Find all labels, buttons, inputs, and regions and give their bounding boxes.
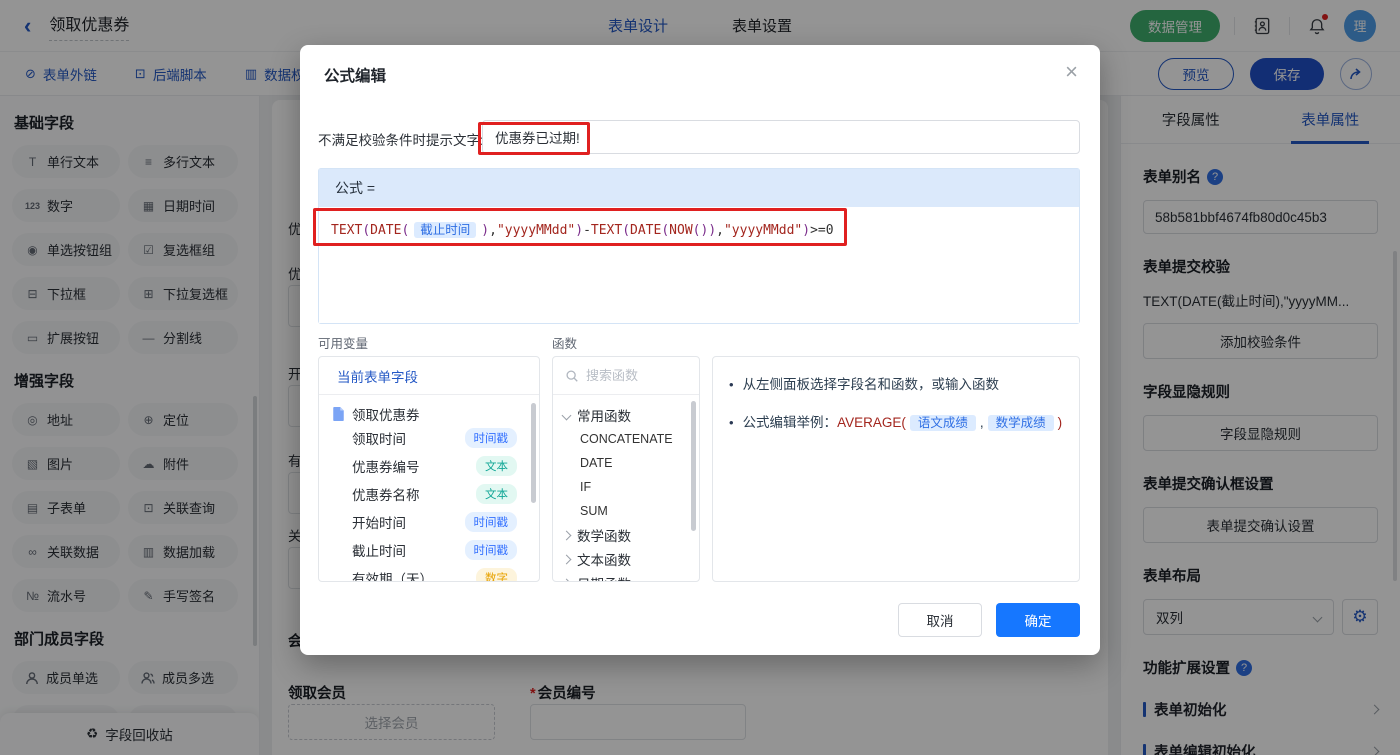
formula-token: >=0 xyxy=(810,223,834,238)
group-label: 数学函数 xyxy=(577,529,631,544)
function-group-date[interactable]: 日期函数 xyxy=(553,571,699,581)
group-label: 日期函数 xyxy=(577,573,631,581)
variable-item[interactable]: 有效期（天） 数字 xyxy=(319,564,539,582)
chevron-right-icon xyxy=(561,578,572,581)
chevron-right-icon xyxy=(561,554,572,564)
type-badge: 时间戳 xyxy=(464,540,517,560)
formula-editor: 公式 = TEXT(DATE(截止时间),"yyyyMMdd")-TEXT(DA… xyxy=(318,168,1080,324)
formula-token: DATE xyxy=(370,223,402,238)
function-group-common[interactable]: 常用函数 xyxy=(553,403,699,427)
dialog-title: 公式编辑 xyxy=(324,68,387,85)
example-prefix: 公式编辑举例： xyxy=(742,415,838,431)
variable-name: 截止时间 xyxy=(352,544,406,559)
prompt-message-input[interactable]: 优惠券已过期! xyxy=(482,120,1080,154)
variable-item[interactable]: 优惠券名称 文本 xyxy=(319,480,539,508)
type-badge: 数字 xyxy=(476,568,517,581)
bullet-icon: • xyxy=(729,415,734,431)
variables-label: 可用变量 xyxy=(318,337,369,351)
formula-token: ) xyxy=(481,223,490,238)
formula-token: "yyyyMMdd" xyxy=(496,223,576,238)
formula-prefix: 公式 = xyxy=(319,169,1079,207)
prompt-message-value: 优惠券已过期! xyxy=(495,131,580,146)
variable-name: 开始时间 xyxy=(352,516,406,531)
group-label: 文本函数 xyxy=(577,553,631,568)
formula-token: - xyxy=(583,223,591,238)
formula-token: ) xyxy=(802,223,811,238)
tip-line: • 从左侧面板选择字段名和函数，或输入函数 xyxy=(729,375,1063,395)
type-badge: 时间戳 xyxy=(464,428,517,448)
example-field-chip: 数学成绩 xyxy=(987,415,1054,432)
functions-label: 函数 xyxy=(552,337,578,351)
formula-token: NOW xyxy=(669,223,693,238)
confirm-button[interactable]: 确定 xyxy=(996,603,1080,637)
search-icon xyxy=(566,369,578,382)
cancel-button[interactable]: 取消 xyxy=(898,603,982,637)
formula-code-area[interactable]: TEXT(DATE(截止时间),"yyyyMMdd")-TEXT(DATE(NO… xyxy=(319,207,1079,323)
variable-name: 优惠券名称 xyxy=(352,488,420,503)
variables-root-label: 领取优惠券 xyxy=(352,408,420,423)
variable-item[interactable]: 优惠券编号 文本 xyxy=(319,452,539,480)
tip-text: 从左侧面板选择字段名和函数，或输入函数 xyxy=(742,377,1000,392)
variables-panel: 当前表单字段 领取优惠券 领取时间 时间戳 优惠券编号 文本 优惠券名称 文本 开始时… xyxy=(318,356,540,582)
function-search-input[interactable] xyxy=(586,368,681,383)
formula-token: ( xyxy=(661,223,670,238)
formula-code-line: TEXT(DATE(截止时间),"yyyyMMdd")-TEXT(DATE(NO… xyxy=(331,222,834,238)
group-label: 常用函数 xyxy=(577,409,631,424)
variable-name: 优惠券编号 xyxy=(352,460,420,475)
variable-item[interactable]: 截止时间 时间戳 xyxy=(319,536,539,564)
example-close-paren: ) xyxy=(1057,415,1063,431)
tips-panel: • 从左侧面板选择字段名和函数，或输入函数 • 公式编辑举例：AVERAGE(语… xyxy=(712,356,1080,582)
type-badge: 时间戳 xyxy=(464,512,517,532)
function-group-text[interactable]: 文本函数 xyxy=(553,547,699,571)
function-group-math[interactable]: 数学函数 xyxy=(553,523,699,547)
type-badge: 文本 xyxy=(476,456,517,476)
variables-scrollbar[interactable] xyxy=(531,403,536,503)
formula-token: TEXT xyxy=(590,223,623,238)
formula-token: ) xyxy=(575,223,584,238)
prompt-message-label: 不满足校验条件时提示文字: xyxy=(318,133,484,148)
close-icon[interactable]: × xyxy=(1065,59,1078,85)
formula-token: TEXT xyxy=(331,223,363,238)
type-badge: 文本 xyxy=(476,484,517,504)
functions-scrollbar[interactable] xyxy=(691,401,696,531)
form-doc-icon xyxy=(333,407,344,421)
function-item[interactable]: CONCATENATE xyxy=(553,427,699,451)
chevron-down-icon xyxy=(561,410,572,420)
variable-item[interactable]: 开始时间 时间戳 xyxy=(319,508,539,536)
screen: ‹ 领取优惠券 表单设计 表单设置 数据管理 理 ⊘ 表单外链 ⊡ 后端脚本 ▥… xyxy=(0,0,1400,755)
formula-token: DATE xyxy=(630,223,662,238)
formula-token: , xyxy=(489,223,497,238)
variable-name: 领取时间 xyxy=(352,432,406,447)
function-search xyxy=(553,357,699,395)
function-item[interactable]: IF xyxy=(553,475,699,499)
function-item[interactable]: DATE xyxy=(553,451,699,475)
variable-name: 有效期（天） xyxy=(352,572,433,582)
formula-token: ( xyxy=(362,223,371,238)
functions-panel: 常用函数 CONCATENATE DATE IF SUM 数学函数 文本函数 日… xyxy=(552,356,700,582)
formula-token: ) xyxy=(708,223,717,238)
tip-line: • 公式编辑举例：AVERAGE(语文成绩, 数学成绩) xyxy=(729,413,1063,433)
tip-text: 公式编辑举例：AVERAGE(语文成绩, 数学成绩) xyxy=(742,413,1063,433)
example-comma: , xyxy=(979,415,984,431)
formula-field-chip: 截止时间 xyxy=(414,222,477,238)
formula-token: ( xyxy=(622,223,631,238)
formula-editor-dialog: 公式编辑 × 不满足校验条件时提示文字: 优惠券已过期! 公式 = TEXT(D… xyxy=(300,45,1100,655)
bullet-icon: • xyxy=(729,377,734,392)
variable-item[interactable]: 领取时间 时间戳 xyxy=(319,424,539,452)
current-form-fields-tab[interactable]: 当前表单字段 xyxy=(319,357,539,395)
formula-token: "yyyyMMdd" xyxy=(723,223,803,238)
chevron-right-icon xyxy=(561,530,572,540)
formula-token: ( xyxy=(401,223,410,238)
example-field-chip: 语文成绩 xyxy=(909,415,976,432)
example-function: AVERAGE( xyxy=(837,415,906,431)
variables-root[interactable]: 领取优惠券 xyxy=(319,395,539,424)
function-item[interactable]: SUM xyxy=(553,499,699,523)
formula-token: , xyxy=(716,223,724,238)
